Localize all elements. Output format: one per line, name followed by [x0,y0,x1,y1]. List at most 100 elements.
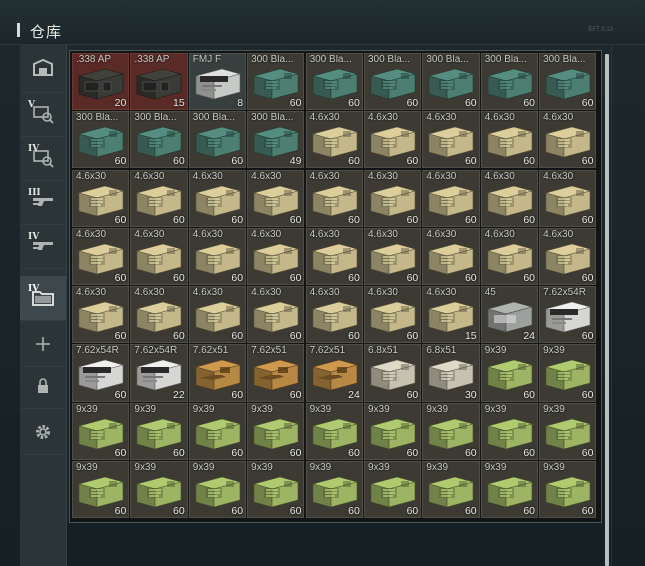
item-count: 60 [406,330,419,343]
stash-item-cell[interactable]: FMJ F 8 [188,53,247,111]
stash-item-cell[interactable]: 300 Bla... 49 [247,111,305,169]
stash-item-cell[interactable]: 4.6x30 60 [247,227,305,286]
stash-item-cell[interactable]: 4.6x30 60 [480,227,539,286]
stash-item-cell[interactable]: 300 Bla... 60 [130,111,188,169]
stash-item-cell[interactable]: 7.62x51 24 [305,344,363,402]
stash-item-cell[interactable]: 9x39 60 [305,402,363,460]
sidebar-tab-iv-b-button[interactable]: IV [20,224,66,269]
stash-item-cell[interactable]: 300 Bla... 60 [539,53,597,111]
stash-item-cell[interactable]: 300 Bla... 60 [305,53,363,111]
item-name: 4.6x30 [134,171,165,182]
stash-item-cell[interactable]: 9x39 60 [480,460,539,519]
stash-item-cell[interactable]: 45 24 [480,286,539,344]
stash-item-cell[interactable]: 9x39 60 [539,344,597,402]
stash-item-cell[interactable]: 300 Bla... 60 [422,53,480,111]
stash-item-cell[interactable]: 9x39 60 [188,402,247,460]
sidebar-base-button[interactable] [20,48,66,93]
stash-item-cell[interactable]: 4.6x30 60 [539,169,597,227]
stash-item-cell[interactable]: .338 AP 20 [72,53,130,111]
item-name: 4.6x30 [543,171,574,182]
stash-item-cell[interactable]: 300 Bla... 60 [480,53,539,111]
stash-item-cell[interactable]: 300 Bla... 60 [72,111,130,169]
item-count: 60 [114,272,127,285]
stash-item-cell[interactable]: 4.6x30 60 [539,227,597,286]
stash-item-cell[interactable]: 300 Bla... 60 [247,53,305,111]
stash-item-cell[interactable]: 9x39 60 [539,460,597,519]
item-name: 9x39 [192,462,215,473]
item-count: 20 [114,97,127,110]
title-accent [17,23,20,37]
item-count: 60 [173,446,185,459]
stash-item-cell[interactable]: 4.6x30 60 [72,169,130,227]
stash-item-cell[interactable]: 9x39 60 [247,402,305,460]
stash-item-cell[interactable]: 4.6x30 60 [480,169,539,227]
stash-item-cell[interactable]: 4.6x30 60 [422,111,480,169]
stash-item-cell[interactable]: 9x39 60 [422,402,480,460]
stash-item-cell[interactable]: 7.62x54R 22 [130,344,188,402]
stash-item-cell[interactable]: 7.62x54R 60 [72,344,130,402]
stash-item-cell[interactable]: 9x39 60 [130,460,188,519]
stash-item-cell[interactable]: 4.6x30 15 [422,286,480,344]
stash-item-cell[interactable]: 4.6x30 60 [305,286,363,344]
stash-item-cell[interactable]: 4.6x30 60 [422,169,480,227]
stash-item-cell[interactable]: 9x39 60 [72,402,130,460]
sidebar-settings-button[interactable] [20,410,66,455]
item-count: 60 [523,155,536,168]
stash-item-cell[interactable]: 4.6x30 60 [480,111,539,169]
stash-item-cell[interactable]: 4.6x30 60 [363,227,422,286]
stash-item-cell[interactable]: 4.6x30 60 [305,111,363,169]
stash-item-cell[interactable]: 4.6x30 60 [539,111,597,169]
stash-grid: .338 AP 20.338 AP 15 FMJ F 8 300 Bla... 60 300 … [72,53,597,519]
stash-item-cell[interactable]: 300 Bla... 60 [188,111,247,169]
stash-item-cell[interactable]: 4.6x30 60 [363,286,422,344]
item-name: 9x39 [309,462,332,473]
item-count: 60 [114,213,127,226]
stash-item-cell[interactable]: 9x39 60 [305,460,363,519]
stash-item-cell[interactable]: 6.8x51 60 [363,344,422,402]
stash-item-cell[interactable]: 9x39 60 [422,460,480,519]
stash-item-cell[interactable]: 4.6x30 60 [422,227,480,286]
stash-item-cell[interactable]: 7.62x51 60 [247,344,305,402]
sidebar-tab-v-button[interactable]: V [20,92,66,137]
stash-item-cell[interactable]: 9x39 60 [363,402,422,460]
stash-item-cell[interactable]: 9x39 60 [130,402,188,460]
stash-item-cell[interactable]: 4.6x30 60 [363,111,422,169]
sidebar-add-button[interactable] [20,322,66,367]
stash-item-cell[interactable]: 4.6x30 60 [130,286,188,344]
stash-item-cell[interactable]: 4.6x30 60 [188,286,247,344]
stash-item-cell[interactable]: 9x39 60 [363,460,422,519]
stash-item-cell[interactable]: 4.6x30 60 [188,227,247,286]
stash-item-cell[interactable]: 6.8x51 30 [422,344,480,402]
stash-item-cell[interactable]: 9x39 60 [480,402,539,460]
stash-scrollbar[interactable] [605,54,609,566]
stash-item-cell[interactable]: 4.6x30 60 [188,169,247,227]
stash-item-cell[interactable]: 9x39 60 [539,402,597,460]
stash-item-cell[interactable]: 9x39 60 [247,460,305,519]
sidebar-tab-iv-c-button[interactable]: IV [20,276,66,321]
sidebar-tab-iv-a-button[interactable]: IV [20,136,66,181]
item-name: 4.6x30 [367,113,398,124]
item-name: 300 Bla... [251,55,294,65]
sidebar-tab-iii-button[interactable]: III [20,180,66,225]
stash-item-cell[interactable]: 4.6x30 60 [72,286,130,344]
stash-item-cell[interactable]: 9x39 60 [72,460,130,519]
stash-item-cell[interactable]: 4.6x30 60 [247,169,305,227]
item-name: 7.62x51 [251,346,287,357]
scroll-thumb[interactable] [605,54,609,566]
stash-item-cell[interactable]: 4.6x30 60 [72,227,130,286]
stash-item-cell[interactable]: 7.62x51 60 [188,344,247,402]
stash-item-cell[interactable]: 4.6x30 60 [363,169,422,227]
item-name: 9x39 [367,404,390,415]
stash-item-cell[interactable]: 4.6x30 60 [130,169,188,227]
stash-item-cell[interactable]: 300 Bla... 60 [363,53,422,111]
stash-item-cell[interactable]: 9x39 60 [188,460,247,519]
stash-item-cell[interactable]: 4.6x30 60 [305,227,363,286]
stash-item-cell[interactable]: 4.6x30 60 [130,227,188,286]
stash-item-cell[interactable]: 7.62x54R 60 [539,286,597,344]
sidebar-lock-button[interactable] [20,364,66,409]
stash-item-cell[interactable]: 9x39 60 [480,344,539,402]
stash-item-cell[interactable]: .338 AP 15 [130,53,188,111]
stash-item-cell[interactable]: 4.6x30 60 [305,169,363,227]
sidebar-tab-number: III [28,188,41,198]
stash-item-cell[interactable]: 4.6x30 60 [247,286,305,344]
